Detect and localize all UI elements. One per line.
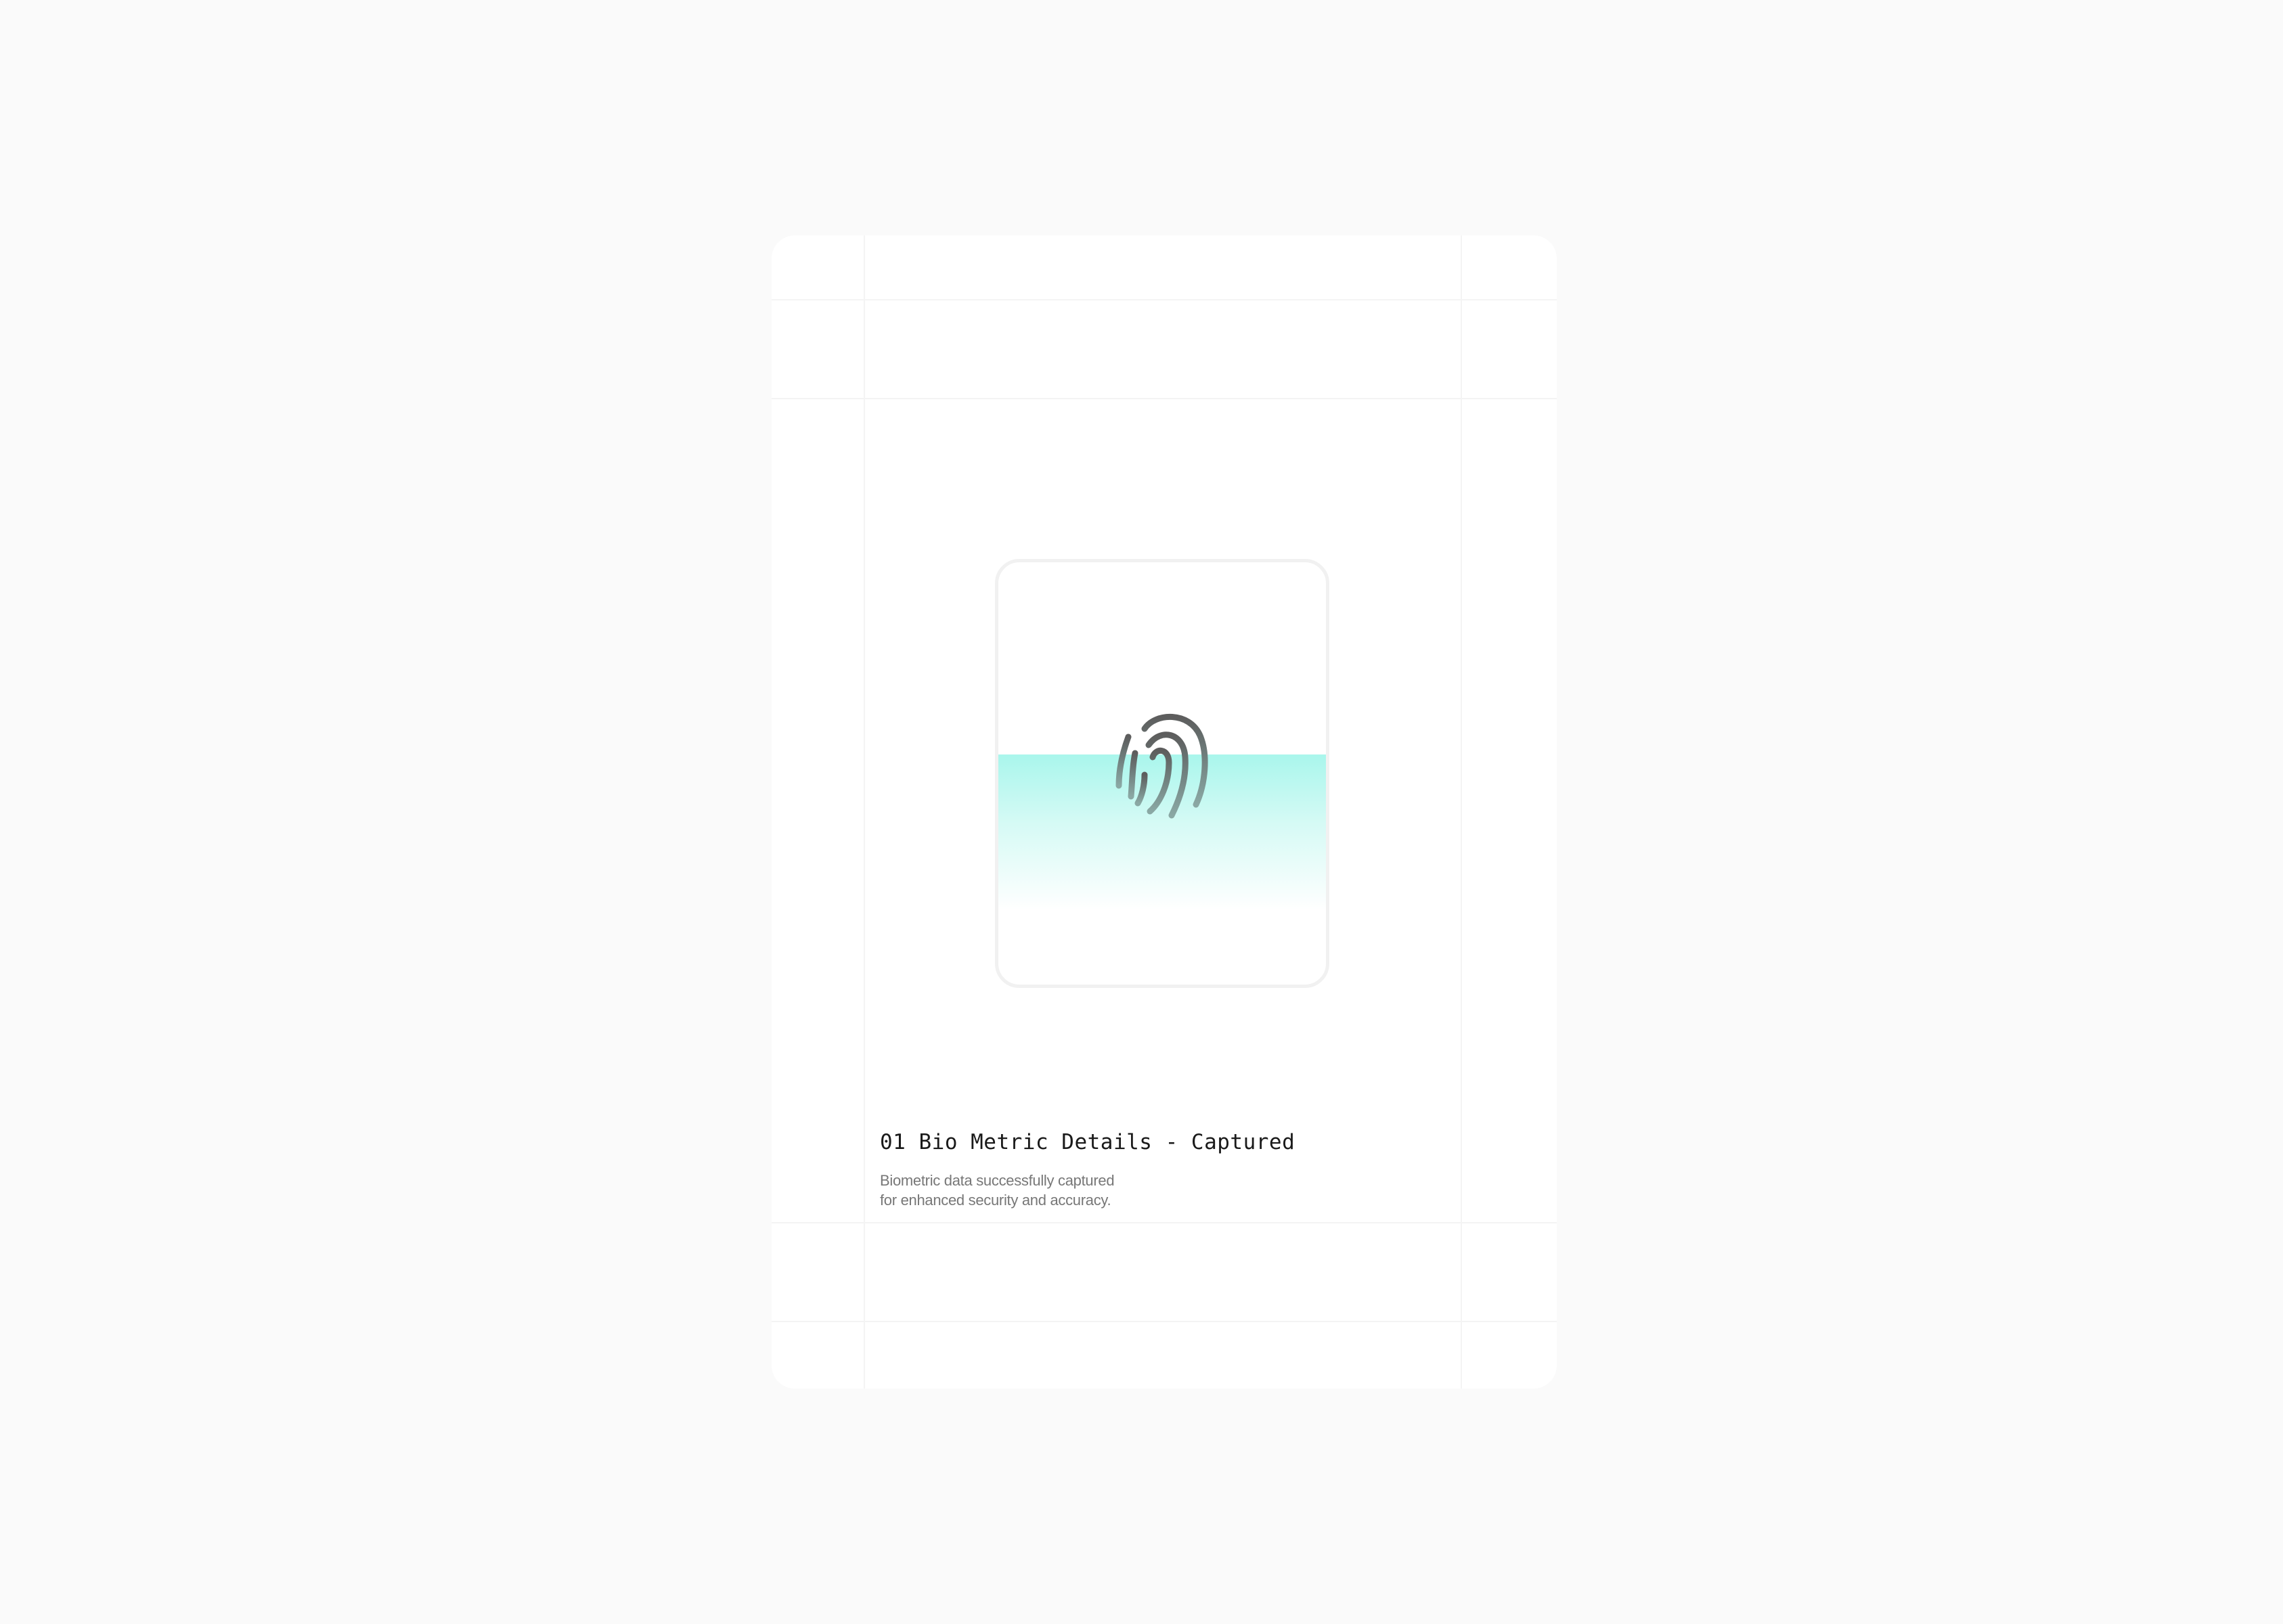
grid-line xyxy=(772,299,1557,300)
grid-line xyxy=(772,1222,1557,1223)
description-line: Biometric data successfully captured xyxy=(880,1172,1115,1189)
fingerprint-scanner xyxy=(995,559,1329,988)
grid-line xyxy=(772,398,1557,399)
biometric-card: 01 Bio Metric Details - Captured Biometr… xyxy=(772,235,1557,1389)
fingerprint-icon xyxy=(1115,713,1208,819)
description-line: for enhanced security and accuracy. xyxy=(880,1192,1111,1209)
grid-line xyxy=(772,1321,1557,1322)
grid-line xyxy=(864,235,865,1389)
grid-line xyxy=(1461,235,1462,1389)
card-title: 01 Bio Metric Details - Captured xyxy=(880,1130,1295,1154)
card-description: Biometric data successfully captured for… xyxy=(880,1171,1164,1210)
